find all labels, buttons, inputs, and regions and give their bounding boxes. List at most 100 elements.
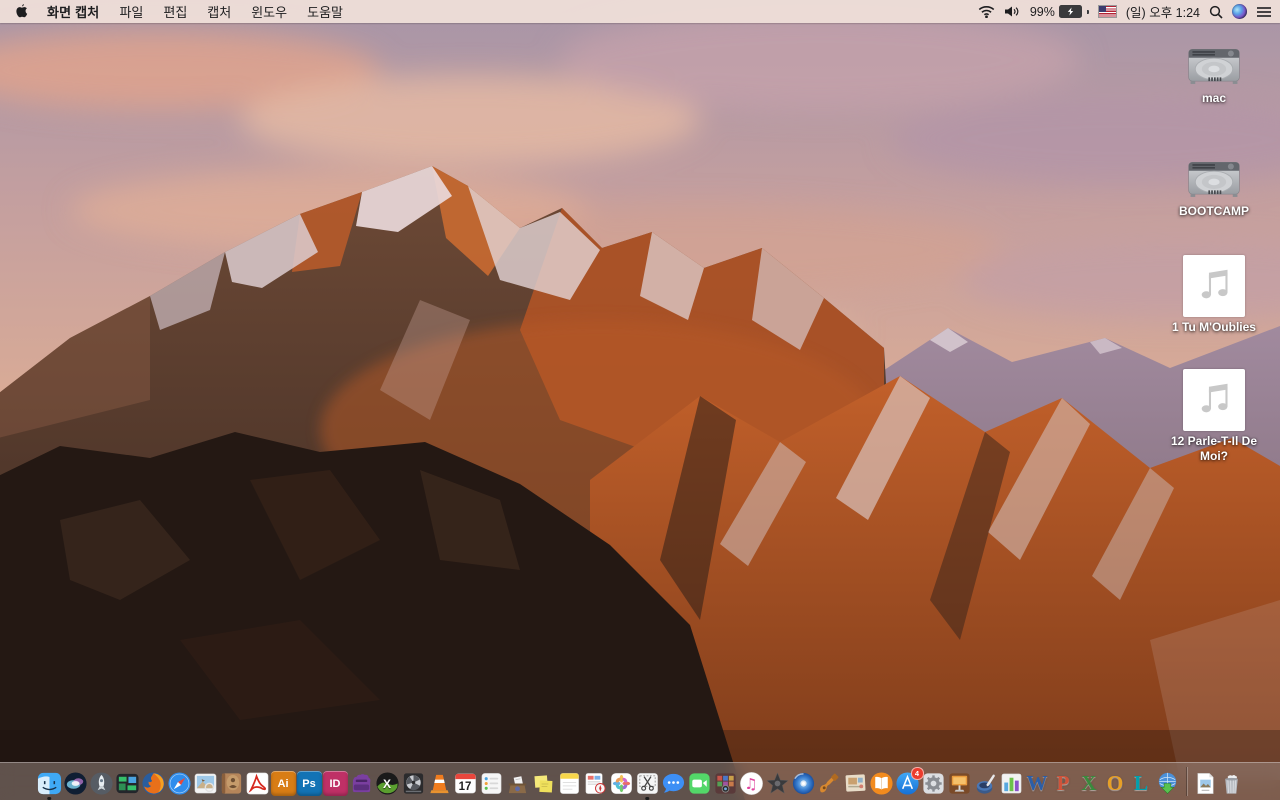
dock-item-photo-booth[interactable] [713,770,738,796]
dock-item-word[interactable]: W [1025,770,1050,796]
dock-item-siri[interactable] [63,770,88,796]
system-preferences-icon [921,771,946,796]
ibooks-icon [869,771,894,796]
dock-item-garageband[interactable] [817,770,842,796]
volume-menu-icon[interactable] [1004,5,1021,18]
dock-item-vlc[interactable] [427,770,452,796]
dock-item-app-store[interactable]: 4 [895,767,924,796]
trash-full-icon [1219,771,1244,796]
dock-item-keynote[interactable] [947,770,972,796]
contacts-icon [219,771,244,796]
input-source-us-flag-icon[interactable] [1097,5,1117,18]
dock-item-mission-control[interactable] [115,770,140,796]
messages-icon [661,771,686,796]
apple-menu[interactable] [8,0,37,23]
dock-item-page-layout[interactable] [583,770,608,796]
menu-item-0[interactable]: 파일 [109,2,153,21]
dock-item-numbers[interactable] [999,770,1024,796]
desktop-icon-label: BOOTCAMP [1179,204,1249,218]
archive-box-icon [505,771,530,796]
excel-icon: X [1081,771,1097,795]
dock-item-disk-tool[interactable] [401,770,426,796]
wifi-menu-icon[interactable] [978,5,995,18]
dock-item-calendar[interactable]: 17 [453,770,478,796]
dock-item-dvd-player[interactable] [791,770,816,796]
audio-file-icon [1183,369,1245,431]
dock-item-x-utility[interactable]: X [375,770,400,796]
safari-icon [167,771,192,796]
dock-item-safari[interactable] [167,770,192,796]
desktop-icon-audio-file-1[interactable]: 1 Tu M'Oublies [1154,255,1274,335]
preview-icon [193,771,218,796]
dock-item-system-preferences[interactable] [921,770,946,796]
dock-item-pages[interactable] [973,770,998,796]
battery-menu-item[interactable]: 99% [1030,5,1089,19]
siri-menu-icon[interactable] [1232,4,1247,19]
dock-item-toast[interactable] [349,770,374,796]
battery-percent: 99% [1029,4,1055,19]
dock-item-finder[interactable] [37,770,62,800]
dock-item-firefox[interactable] [141,770,166,796]
dock-item-document-file[interactable] [1193,770,1218,796]
dvd-player-icon [791,771,816,796]
dock-item-itunes[interactable]: ♫ [739,770,764,796]
dock-item-archive-box[interactable] [505,770,530,796]
dock-item-powerpoint[interactable]: P [1051,770,1076,796]
launchpad-icon [89,771,114,796]
dock-item-downloader[interactable] [1155,770,1180,796]
menu-clock[interactable]: (일) 오후 1:24 [1126,2,1200,21]
dock-item-ibooks[interactable] [869,770,894,796]
numbers-icon [999,771,1024,796]
toast-icon [349,771,374,796]
desktop-icon-bootcamp-volume[interactable]: BOOTCAMP [1154,149,1274,219]
itunes-icon: ♫ [739,771,764,796]
acrobat-icon [245,771,270,796]
active-app-menu[interactable]: 화면 캡처 [37,2,109,21]
dock-item-launchpad[interactable] [89,770,114,796]
dock-item-acrobat[interactable] [245,770,270,796]
photoshop-icon: Ps [296,771,322,796]
dock-item-trash-full[interactable] [1219,770,1244,796]
dock-item-outlook[interactable]: O [1103,770,1128,796]
menu-item-4[interactable]: 도움말 [297,2,353,21]
facetime-icon [687,771,712,796]
dock-item-facetime[interactable] [687,770,712,796]
dock-item-preview[interactable] [193,770,218,796]
imovie-icon [765,771,790,796]
disk-tool-icon [401,771,426,796]
audio-file-icon [1183,255,1245,317]
dock-item-notes[interactable] [557,770,582,796]
dock-item-grab-screen-capture[interactable] [635,770,660,800]
desktop-icon-mac-volume[interactable]: mac [1154,36,1274,106]
dock-item-imovie[interactable] [765,770,790,796]
dock-item-photos[interactable] [609,770,634,796]
dock-item-indesign[interactable]: ID [322,770,348,796]
menu-item-2[interactable]: 캡처 [197,2,241,21]
notification-center-icon[interactable] [1256,6,1272,18]
mission-control-icon [115,771,140,796]
desktop-icon-audio-file-2[interactable]: 12 Parle-T-Il De Moi? [1154,369,1274,464]
vlc-icon [427,771,452,796]
menu-item-3[interactable]: 윈도우 [241,2,297,21]
indesign-icon: ID [322,771,348,796]
photo-card-icon [843,771,868,796]
dock-item-lync[interactable]: L [1129,770,1154,796]
dock-item-illustrator[interactable]: Ai [270,770,296,796]
battery-charging-icon [1058,5,1082,18]
spotlight-icon[interactable] [1209,5,1223,19]
dock-item-photoshop[interactable]: Ps [296,770,322,796]
dock-item-messages[interactable] [661,770,686,796]
pages-icon [973,771,998,796]
desktop[interactable]: 화면 캡처 파일 편집 캡처 윈도우 도움말 99% (일) 오후 1:24 m… [0,0,1280,800]
word-icon: W [1026,771,1048,795]
notes-icon [557,771,582,796]
dock-item-excel[interactable]: X [1077,770,1102,796]
menu-item-1[interactable]: 편집 [153,2,197,21]
dock-divider [1185,767,1187,796]
grab-screen-capture-icon [635,771,660,796]
dock-item-contacts[interactable] [219,770,244,796]
dock-item-stickies[interactable] [531,770,556,796]
dock-item-photo-card[interactable] [843,770,868,796]
dock-item-reminders[interactable] [479,770,504,796]
app-menus: 파일 편집 캡처 윈도우 도움말 [109,0,353,23]
